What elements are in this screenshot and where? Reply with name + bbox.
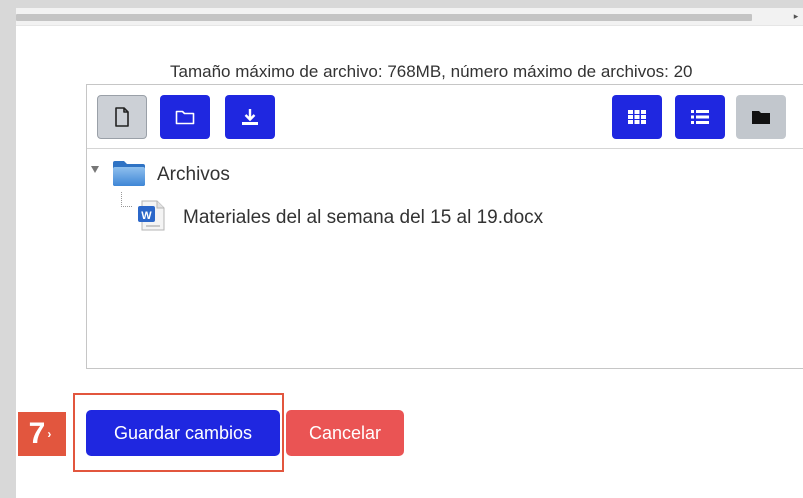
create-folder-button[interactable] [160, 95, 210, 139]
horizontal-scrollbar[interactable]: ▸ [16, 8, 803, 26]
max-file-size-text: Tamaño máximo de archivo: 768MB, número … [170, 62, 693, 81]
tree-connector [121, 192, 132, 207]
new-file-icon [115, 107, 129, 127]
save-changes-button[interactable]: Guardar cambios [86, 410, 280, 456]
download-all-button[interactable] [225, 95, 275, 139]
step-arrow-icon: › [47, 427, 52, 441]
list-view-button[interactable] [675, 95, 725, 139]
svg-text:W: W [141, 210, 152, 222]
add-file-button[interactable] [97, 95, 147, 139]
word-document-icon[interactable]: W [137, 198, 167, 232]
scroll-right-icon[interactable]: ▸ [791, 10, 801, 22]
file-picker: Archivos W Materiales del al semana del … [86, 84, 803, 369]
folder-icon[interactable] [112, 159, 146, 187]
file-label[interactable]: Materiales del al semana del 15 al 19.do… [183, 207, 543, 229]
scrollbar-thumb[interactable] [16, 14, 752, 21]
folder-label[interactable]: Archivos [157, 164, 230, 186]
download-icon [242, 109, 258, 125]
step-number: 7 [28, 417, 46, 450]
tree-view-icon [752, 111, 770, 124]
new-folder-icon [175, 110, 195, 125]
step-badge: 7 › [18, 412, 66, 456]
grid-view-icon [628, 110, 646, 124]
list-view-icon [691, 110, 709, 124]
file-picker-toolbar [87, 85, 803, 149]
tree-view-button[interactable] [736, 95, 786, 139]
cancel-button[interactable]: Cancelar [286, 410, 404, 456]
collapse-caret-icon[interactable] [91, 166, 99, 173]
grid-view-button[interactable] [612, 95, 662, 139]
